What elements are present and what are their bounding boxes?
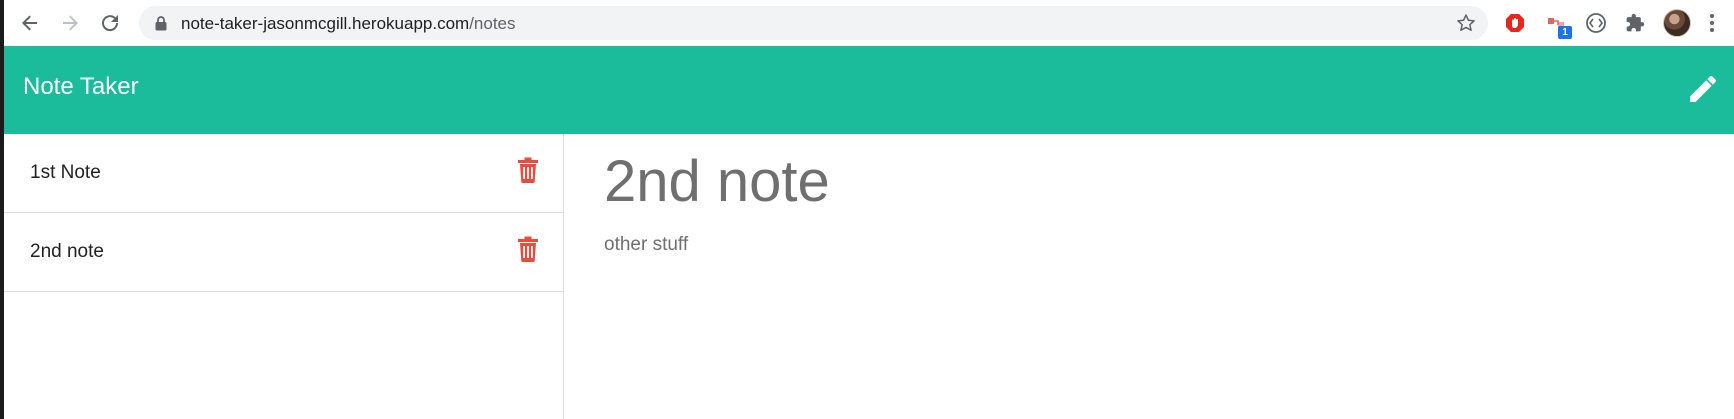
reload-button[interactable] (95, 8, 125, 38)
note-item-title: 2nd note (30, 241, 104, 262)
back-button[interactable] (15, 8, 45, 38)
circle-extension[interactable] (1583, 10, 1609, 36)
extension-badge-count: 1 (1558, 26, 1572, 39)
back-icon (22, 15, 37, 31)
list-item[interactable]: 2nd note (4, 213, 563, 292)
url-path: /notes (469, 14, 516, 33)
adblock-extension[interactable] (1502, 10, 1528, 36)
avatar[interactable] (1663, 9, 1691, 37)
note-item-title: 1st Note (30, 162, 101, 183)
trash-icon[interactable] (517, 236, 539, 262)
list-item[interactable]: 1st Note (4, 134, 563, 213)
extension-circle-icon (1586, 13, 1606, 33)
star-icon[interactable] (1456, 13, 1476, 33)
lock-icon (155, 16, 167, 31)
url-text[interactable]: note-taker-jasonmcgill.herokuapp.com/not… (181, 14, 516, 34)
puzzle-icon (1626, 13, 1645, 32)
note-view: 2nd note other stuff (565, 134, 1734, 419)
forward-button[interactable] (55, 8, 85, 38)
note-text-area[interactable]: other stuff (604, 234, 1604, 256)
address-bar[interactable]: note-taker-jasonmcgill.herokuapp.com/not… (139, 6, 1488, 40)
extensions-button[interactable] (1622, 10, 1648, 36)
trash-icon[interactable] (517, 157, 539, 183)
badge-extension[interactable]: 1 (1544, 10, 1572, 39)
menu-icon[interactable] (1705, 11, 1719, 35)
pencil-icon[interactable] (1686, 72, 1720, 106)
reload-icon (102, 15, 119, 32)
app-title: Note Taker (23, 73, 139, 100)
url-host: note-taker-jasonmcgill.herokuapp.com (181, 14, 470, 33)
note-list: 1st Note 2nd note (4, 134, 564, 419)
browser-toolbar: note-taker-jasonmcgill.herokuapp.com/not… (0, 0, 1734, 46)
app-header: Note Taker (4, 46, 1734, 134)
note-title-field[interactable]: 2nd note (604, 148, 1604, 215)
forward-icon (63, 15, 78, 31)
adblock-icon (1506, 14, 1524, 32)
